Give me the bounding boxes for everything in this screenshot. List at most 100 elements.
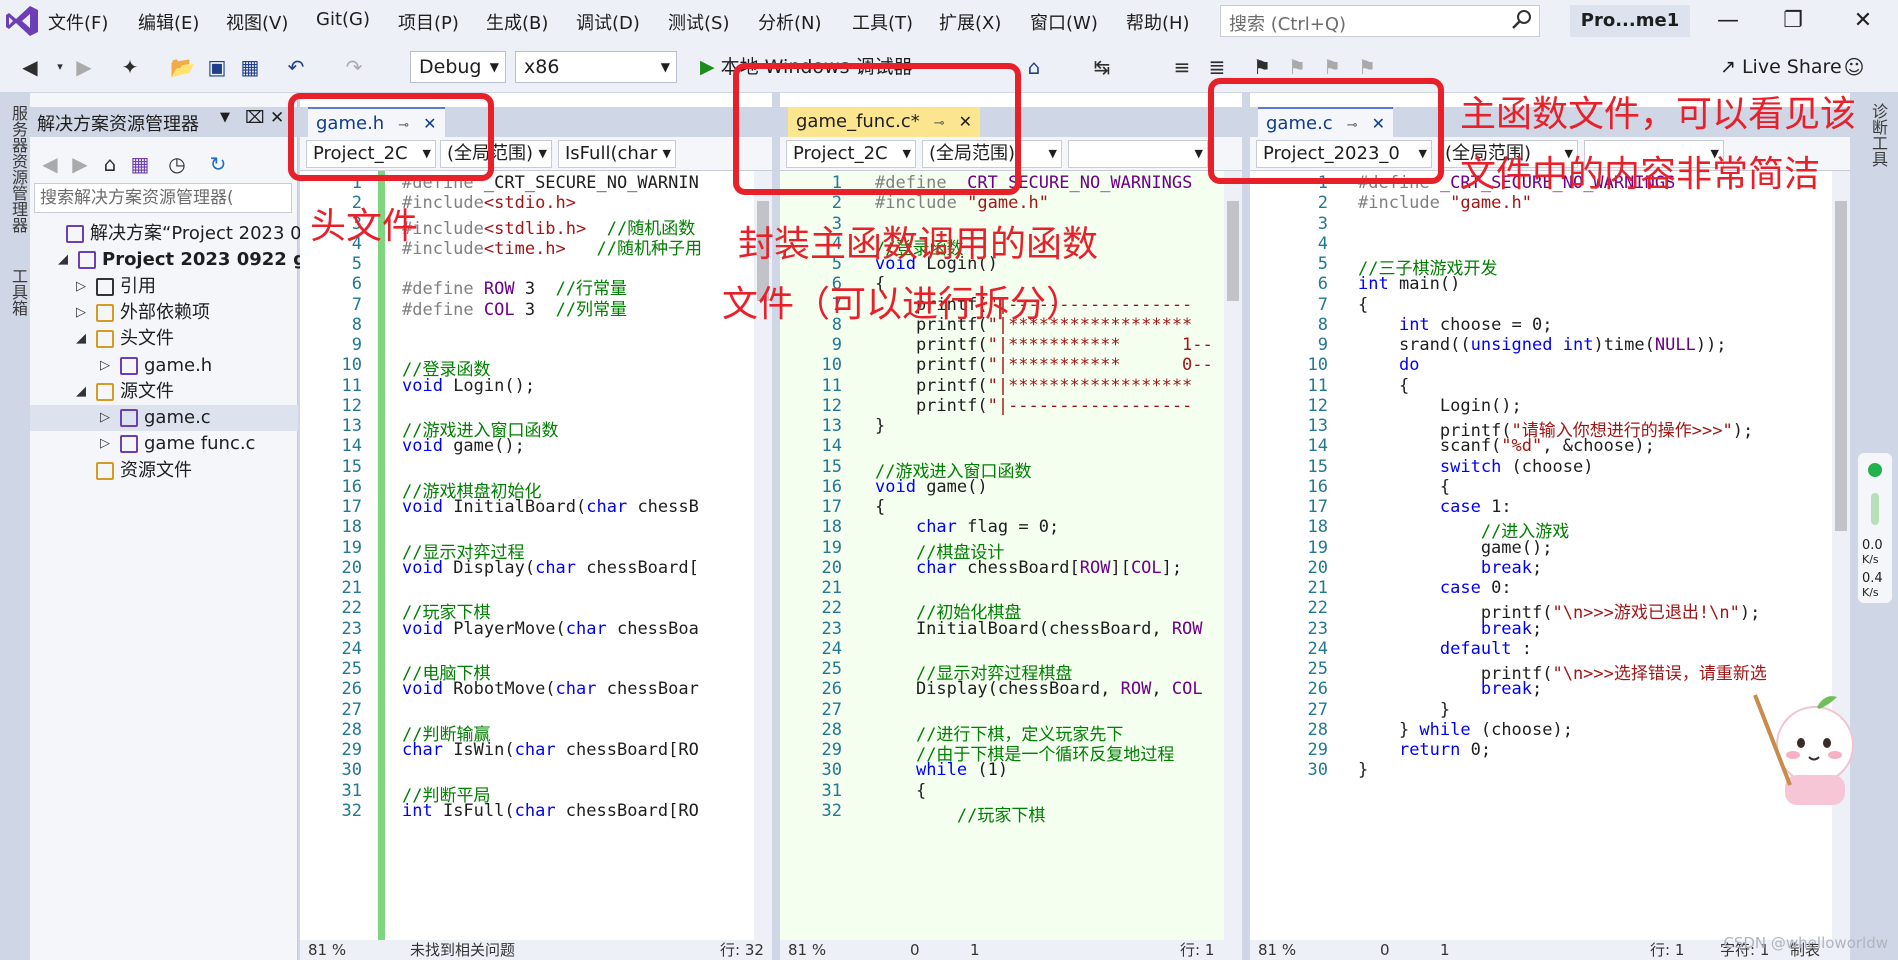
code-line[interactable]: Login();: [1358, 396, 1522, 416]
code-line[interactable]: case 0:: [1358, 578, 1512, 598]
dropdown-icon[interactable]: ▼: [220, 110, 230, 125]
diagnostic-tools-tab[interactable]: 诊断工具: [1866, 103, 1890, 167]
code-line[interactable]: printf("|*********** 1--: [875, 335, 1213, 355]
platform-select[interactable]: x86 ▼: [515, 51, 677, 83]
open-folder-icon[interactable]: 📂: [170, 55, 195, 79]
code-line[interactable]: {: [1358, 477, 1450, 497]
tree-resource-files[interactable]: 资源文件: [30, 458, 298, 484]
code-line[interactable]: void game(): [875, 477, 988, 497]
project-title-badge[interactable]: Pro...me1: [1570, 5, 1690, 37]
tree-solution[interactable]: 解决方案“Project 2023 09: [30, 221, 313, 247]
member-select[interactable]: ▼: [1068, 140, 1208, 168]
expanded-arrow-icon[interactable]: ◢: [76, 326, 86, 352]
menu-help[interactable]: 帮助(H): [1126, 9, 1190, 35]
code-line[interactable]: printf("|******************: [875, 376, 1192, 396]
step-icon[interactable]: ↹: [1090, 55, 1114, 79]
code-line[interactable]: }: [875, 416, 885, 436]
code-line[interactable]: void Display(char chessBoard[: [402, 558, 699, 578]
menu-window[interactable]: 窗口(W): [1030, 9, 1098, 35]
clear-bookmarks-icon[interactable]: ⚑: [1355, 55, 1379, 79]
code-line[interactable]: scanf("%d", &choose);: [1358, 436, 1655, 456]
visual-studio-logo-icon[interactable]: [4, 4, 40, 38]
code-line[interactable]: Display(chessBoard, ROW, COL: [875, 679, 1203, 699]
close-icon[interactable]: ✕: [1835, 2, 1891, 40]
forward-icon[interactable]: ▶: [68, 152, 92, 176]
vertical-scrollbar[interactable]: [1224, 171, 1242, 941]
code-line[interactable]: void InitialBoard(char chessB: [402, 497, 699, 517]
code-line[interactable]: int main(): [1358, 274, 1460, 294]
menu-tools[interactable]: 工具(T): [852, 9, 913, 35]
code-line[interactable]: break;: [1358, 619, 1542, 639]
menu-file[interactable]: 文件(F): [48, 9, 108, 35]
server-explorer-tab[interactable]: 服务器资源管理器: [6, 105, 30, 233]
vertical-scrollbar[interactable]: [1832, 171, 1850, 941]
scrollbar-thumb[interactable]: [1835, 201, 1847, 531]
code-line[interactable]: {: [1358, 376, 1409, 396]
next-bookmark-icon[interactable]: ⚑: [1320, 55, 1344, 79]
collapsed-arrow-icon[interactable]: ▷: [100, 353, 110, 379]
code-line[interactable]: {: [875, 781, 926, 801]
code-line[interactable]: void RobotMove(char chessBoar: [402, 679, 699, 699]
pin-icon[interactable]: ⌧: [245, 108, 265, 128]
code-line[interactable]: {: [875, 497, 885, 517]
back-icon[interactable]: ◀: [18, 55, 42, 79]
code-line[interactable]: void Login();: [402, 376, 535, 396]
code-line[interactable]: //玩家下棋: [875, 801, 1045, 826]
status-item[interactable]: 81 %: [308, 940, 346, 960]
prev-bookmark-icon[interactable]: ⚑: [1285, 55, 1309, 79]
code-line[interactable]: } while (choose);: [1358, 720, 1573, 740]
live-share-button[interactable]: ↗ Live Share: [1720, 51, 1842, 83]
menu-view[interactable]: 视图(V): [226, 9, 288, 35]
history-icon[interactable]: ◷: [165, 152, 189, 176]
code-line[interactable]: }: [1358, 700, 1450, 720]
code-line[interactable]: #include<time.h> //随机种子用: [402, 234, 702, 259]
code-line[interactable]: srand((unsigned int)time(NULL));: [1358, 335, 1727, 355]
minimize-icon[interactable]: —: [1700, 2, 1756, 40]
code-line[interactable]: {: [1358, 295, 1368, 315]
code-line[interactable]: printf("|------------------: [875, 396, 1192, 416]
code-line[interactable]: #define COL 3 //列常量: [402, 295, 627, 320]
tree-source-files[interactable]: ◢ 源文件: [30, 379, 298, 405]
tree-external-deps[interactable]: ▷ 外部依赖项: [30, 300, 298, 326]
code-line[interactable]: void PlayerMove(char chessBoa: [402, 619, 699, 639]
code-line[interactable]: int choose = 0;: [1358, 315, 1553, 335]
code-line[interactable]: #include<stdio.h>: [402, 193, 576, 213]
account-icon[interactable]: ☺: [1842, 55, 1866, 79]
code-line[interactable]: break;: [1358, 558, 1542, 578]
collapsed-arrow-icon[interactable]: ▷: [100, 405, 110, 431]
configuration-select[interactable]: Debug ▼: [410, 51, 506, 83]
code-line[interactable]: char flag = 0;: [875, 517, 1059, 537]
code-line[interactable]: InitialBoard(chessBoard, ROW: [875, 619, 1203, 639]
code-line[interactable]: switch (choose): [1358, 457, 1594, 477]
sync-icon[interactable]: ↻: [206, 152, 230, 176]
solution-search-input[interactable]: 搜索解决方案资源管理器(: [34, 183, 292, 213]
code-line[interactable]: while (1): [875, 760, 1008, 780]
menu-git[interactable]: Git(G): [316, 9, 370, 30]
member-select[interactable]: IsFull(char ▼: [558, 140, 676, 168]
back-dropdown-icon[interactable]: ▾: [48, 55, 72, 79]
code-editor[interactable]: 1 #define _CRT_SECURE_NO_WARNIN 2 #include<…: [300, 171, 772, 941]
tree-references[interactable]: ▷ 引用: [30, 274, 298, 300]
menu-test[interactable]: 测试(S): [668, 9, 729, 35]
expanded-arrow-icon[interactable]: ◢: [76, 379, 86, 405]
code-line[interactable]: #include "game.h": [875, 193, 1049, 213]
home-icon[interactable]: ⌂: [98, 152, 122, 176]
new-project-icon[interactable]: ✦: [118, 55, 142, 79]
code-line[interactable]: }: [1358, 760, 1368, 780]
menu-build[interactable]: 生成(B): [486, 9, 548, 35]
comment-icon[interactable]: ≡: [1170, 55, 1194, 79]
redo-icon[interactable]: ↷: [342, 55, 366, 79]
code-editor[interactable]: 1 #define _CRT_SECURE_NO_WARNINGS 2 #includ…: [1250, 171, 1850, 941]
tree-header-files[interactable]: ◢ 头文件: [30, 326, 298, 352]
collapsed-arrow-icon[interactable]: ▷: [76, 274, 86, 300]
code-line[interactable]: do: [1358, 355, 1419, 375]
tree-project[interactable]: ◢ Project 2023 0922 g: [30, 247, 306, 273]
collapsed-arrow-icon[interactable]: ▷: [76, 300, 86, 326]
tree-game-h[interactable]: ▷ game.h: [30, 353, 298, 379]
code-line[interactable]: break;: [1358, 679, 1542, 699]
bookmark-icon[interactable]: ⚑: [1250, 55, 1274, 79]
code-line[interactable]: int IsFull(char chessBoard[RO: [402, 801, 699, 821]
menu-analyze[interactable]: 分析(N): [758, 9, 822, 35]
close-panel-icon[interactable]: ✕: [270, 108, 284, 128]
code-line[interactable]: game();: [1358, 538, 1553, 558]
